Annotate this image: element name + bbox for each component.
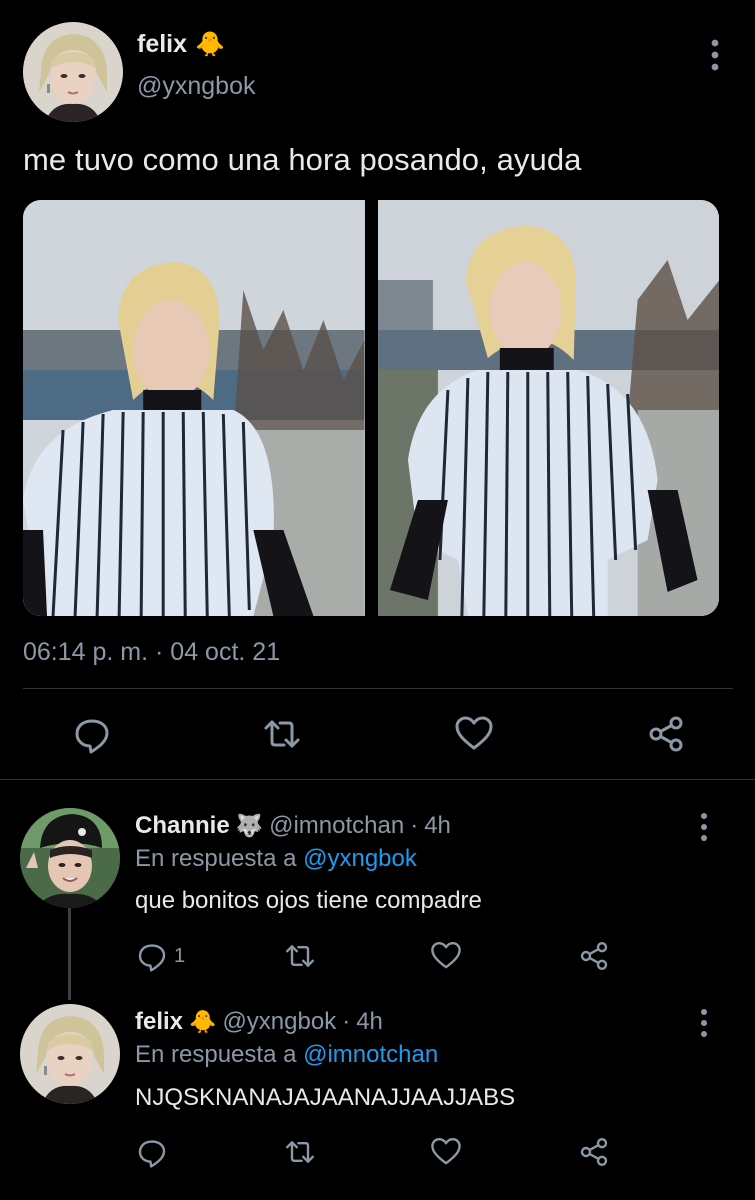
separator-dot: · [410, 812, 419, 839]
reply-text: NJQSKNANAJAJAANAJJAAJJABS [135, 1084, 516, 1111]
retweet-icon[interactable] [262, 714, 302, 754]
in-reply-prefix: En respuesta a [135, 1041, 297, 1068]
separator-dot: · [342, 1008, 351, 1035]
reply-text: que bonitos ojos tiene compadre [135, 887, 482, 914]
divider [23, 688, 733, 689]
tweet-text: me tuvo como una hora posando, ayuda [23, 142, 582, 177]
reply-header[interactable]: felix 🐥 @yxngbok · 4h [135, 1008, 383, 1036]
reply-time[interactable]: 4h [424, 812, 451, 840]
photo-left[interactable] [23, 200, 365, 616]
reply-author-name[interactable]: Channie [135, 812, 230, 840]
reply-count: 1 [174, 945, 186, 967]
reply-header[interactable]: Channie 🐺 @imnotchan · 4h [135, 812, 451, 840]
reply-author-handle[interactable]: @imnotchan [269, 812, 404, 840]
share-icon[interactable] [646, 714, 686, 754]
avatar[interactable] [20, 1004, 120, 1104]
share-icon[interactable] [578, 940, 610, 972]
photo-right[interactable] [377, 200, 719, 616]
retweet-icon[interactable] [284, 1136, 316, 1168]
section-divider [0, 779, 755, 780]
more-options-icon[interactable] [705, 38, 725, 72]
in-reply-to: En respuesta a @yxngbok [135, 845, 417, 873]
reply-icon[interactable] [72, 714, 112, 754]
like-icon[interactable] [430, 940, 462, 972]
reply-author-handle[interactable]: @yxngbok [222, 1008, 336, 1036]
avatar[interactable] [23, 22, 123, 122]
avatar[interactable] [20, 808, 120, 908]
thread-line [68, 908, 71, 1000]
more-options-icon[interactable] [695, 812, 713, 842]
share-icon[interactable] [578, 1136, 610, 1168]
in-reply-prefix: En respuesta a [135, 845, 297, 872]
mention-link[interactable]: @imnotchan [303, 1041, 438, 1068]
chick-emoji-icon: 🐥 [189, 1009, 217, 1034]
chick-emoji-icon: 🐥 [195, 30, 225, 58]
author-name-row[interactable]: felix 🐥 [137, 30, 225, 59]
mention-link[interactable]: @yxngbok [303, 845, 417, 872]
reply-time[interactable]: 4h [356, 1008, 383, 1036]
reply-author-name[interactable]: felix [135, 1008, 183, 1036]
author-name[interactable]: felix [137, 30, 187, 59]
tweet-media[interactable] [23, 200, 719, 616]
like-icon[interactable] [430, 1136, 462, 1168]
in-reply-to: En respuesta a @imnotchan [135, 1041, 438, 1069]
wolf-emoji-icon: 🐺 [235, 813, 264, 838]
reply-icon[interactable] [136, 940, 168, 972]
reply-icon[interactable] [136, 1136, 168, 1168]
more-options-icon[interactable] [695, 1008, 713, 1038]
retweet-icon[interactable] [284, 940, 316, 972]
main-tweet: felix 🐥 @yxngbok me tuvo como una hora p… [0, 0, 755, 780]
like-icon[interactable] [454, 714, 494, 754]
tweet-timestamp[interactable]: 06:14 p. m. · 04 oct. 21 [23, 638, 280, 667]
author-handle[interactable]: @yxngbok [137, 72, 256, 101]
